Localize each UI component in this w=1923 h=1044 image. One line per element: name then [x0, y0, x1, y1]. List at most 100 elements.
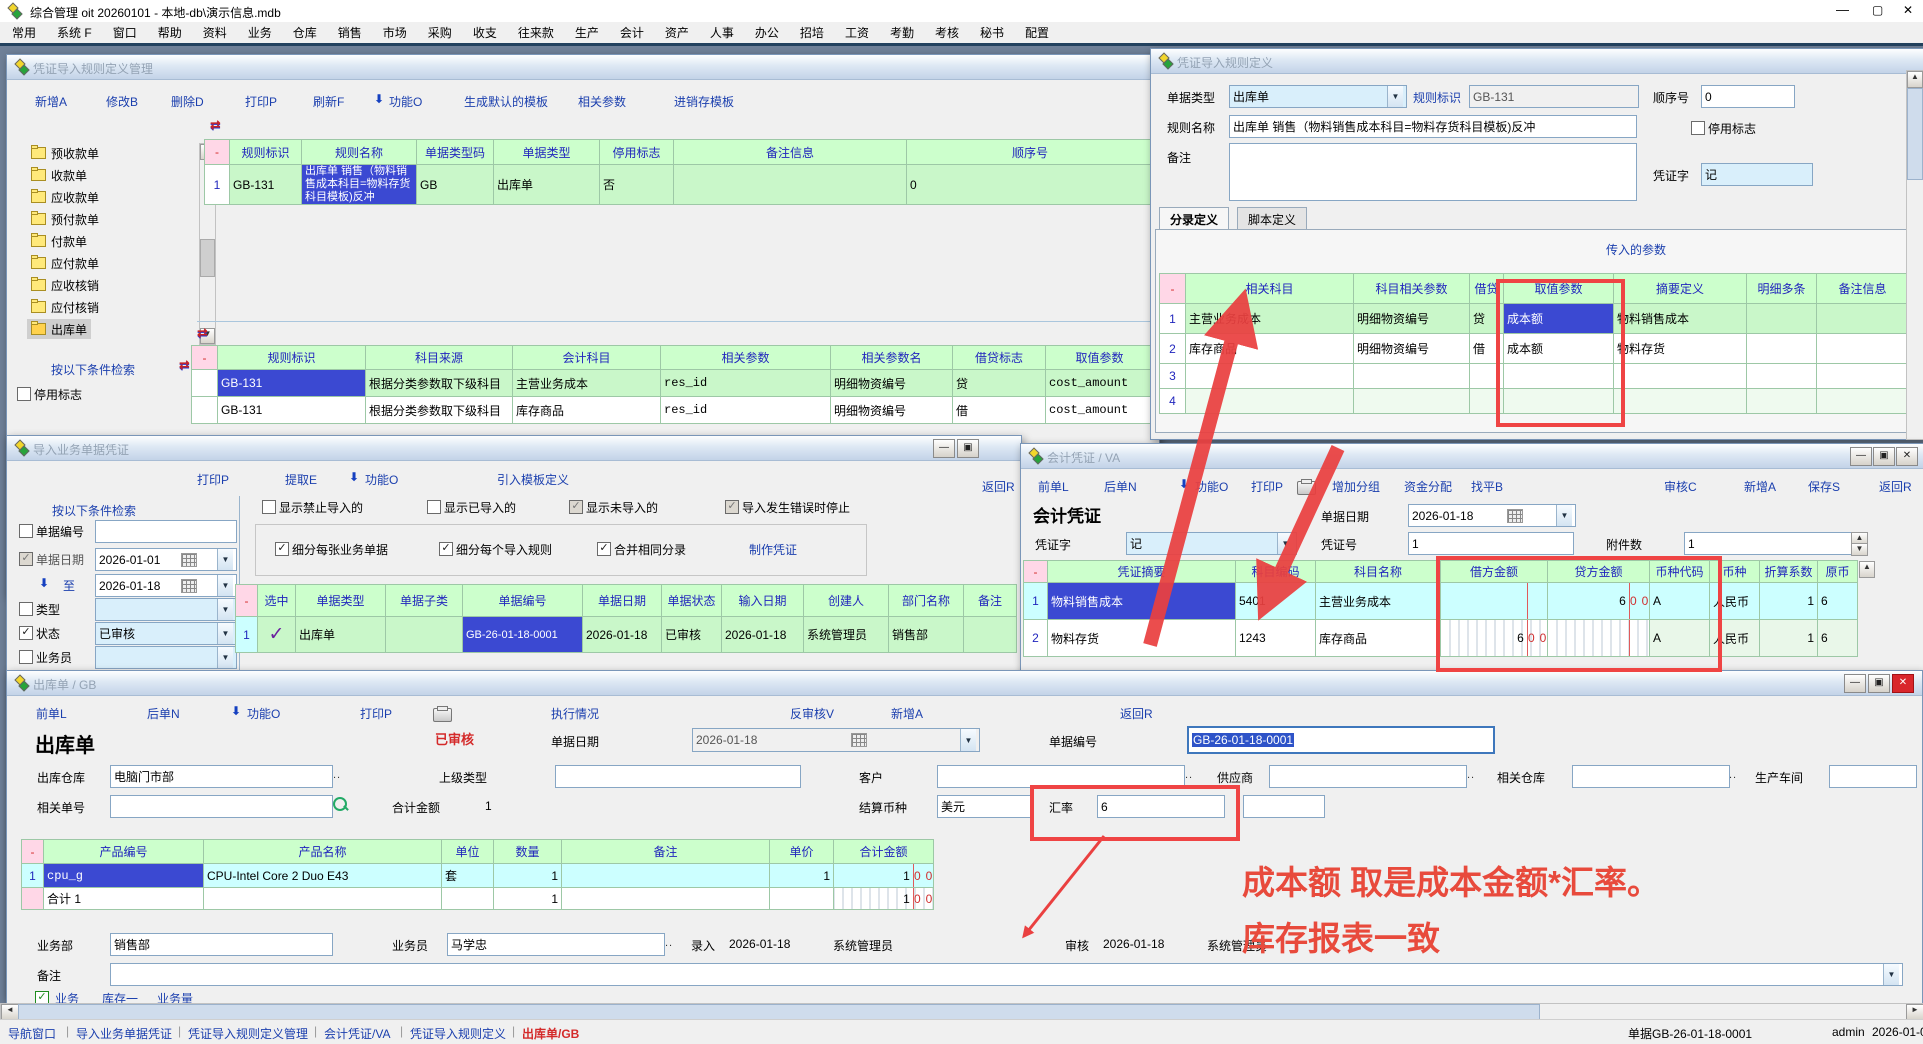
status-checkbox[interactable]: [19, 626, 33, 640]
workshop-input[interactable]: [1829, 765, 1917, 788]
menu-item[interactable]: 帮助: [158, 24, 182, 41]
calendar-icon[interactable]: [851, 733, 867, 747]
column-header[interactable]: -: [22, 840, 44, 864]
extract-button[interactable]: 提取E: [285, 471, 317, 488]
taskbar-item-voucher[interactable]: 会计凭证/VA: [324, 1025, 390, 1042]
supplier-input[interactable]: [1269, 765, 1467, 788]
warehouse-input[interactable]: 电脑门市部: [110, 765, 333, 788]
tree-item[interactable]: 收款单: [27, 165, 91, 185]
taskbar-item-outbound-active[interactable]: 出库单/GB: [522, 1025, 579, 1042]
column-header[interactable]: 原币: [1818, 561, 1858, 583]
split-per-rule-checkbox[interactable]: [439, 542, 453, 556]
note-field[interactable]: [1229, 143, 1637, 201]
column-header[interactable]: 顺序号: [907, 140, 1154, 165]
scroll-up-icon[interactable]: ▲: [1907, 71, 1923, 88]
calendar-icon[interactable]: [181, 579, 197, 593]
close-button[interactable]: ✕: [1892, 674, 1914, 693]
scroll-thumb[interactable]: [200, 239, 215, 277]
menu-item[interactable]: 往来款: [518, 24, 554, 41]
menu-item[interactable]: 招培: [800, 24, 824, 41]
tab-entry-definition[interactable]: 分录定义: [1159, 207, 1229, 231]
tree-item[interactable]: 应收核销: [27, 275, 103, 295]
table-row[interactable]: 1 cpu_g CPU-Intel Core 2 Duo E43 套 1 1 1…: [22, 864, 934, 888]
delete-button[interactable]: 删除D: [171, 93, 204, 110]
column-header[interactable]: 产品名称: [204, 840, 442, 864]
menu-item[interactable]: 收支: [473, 24, 497, 41]
table-row[interactable]: GB-131 根据分类参数取下级科目 库存商品 res_id 明细物资编号 借 …: [192, 397, 1154, 424]
close-icon[interactable]: ✕: [1903, 3, 1913, 17]
exec-status-button[interactable]: 执行情况: [551, 705, 599, 722]
scroll-left-icon[interactable]: ◄: [1, 1004, 19, 1020]
calendar-icon[interactable]: [1507, 509, 1523, 523]
taskbar-item-import[interactable]: 导入业务单据凭证: [76, 1025, 172, 1042]
window-title-bar[interactable]: 导入业务单据凭证 — ▣: [7, 436, 1021, 461]
chevron-down-icon[interactable]: ▼: [1556, 505, 1572, 526]
date-to-input[interactable]: 2026-01-18▼: [95, 574, 237, 597]
menu-item[interactable]: 生产: [575, 24, 599, 41]
window-title-bar[interactable]: 会计凭证 / VA — ▣ ✕: [1021, 444, 1923, 469]
split-per-doc-checkbox[interactable]: [275, 542, 289, 556]
tree-item[interactable]: 应付款单: [27, 253, 103, 273]
column-header[interactable]: -: [192, 346, 218, 370]
column-header[interactable]: 规则标识: [218, 346, 366, 370]
next-button[interactable]: 后单N: [1104, 478, 1137, 495]
tab-script-definition[interactable]: 脚本定义: [1237, 207, 1307, 231]
menu-item[interactable]: 办公: [755, 24, 779, 41]
browse-button[interactable]: ..: [1729, 769, 1737, 781]
show-imported-checkbox[interactable]: [427, 500, 441, 514]
save-button[interactable]: 保存S: [1808, 478, 1840, 495]
menu-item[interactable]: 市场: [383, 24, 407, 41]
add-button[interactable]: 新增A: [1744, 478, 1776, 495]
column-header[interactable]: 摘要定义: [1614, 274, 1747, 304]
printer-icon[interactable]: [1297, 481, 1316, 495]
swap-grid-icon[interactable]: ⇄: [210, 117, 221, 133]
column-header[interactable]: 单据类型码: [417, 140, 494, 165]
selected-check-icon[interactable]: ✓: [269, 624, 285, 645]
menu-item[interactable]: 仓库: [293, 24, 317, 41]
column-header[interactable]: -: [1160, 274, 1186, 304]
make-voucher-link[interactable]: 制作凭证: [749, 541, 797, 558]
column-header[interactable]: 输入日期: [722, 585, 804, 617]
operator-input[interactable]: 马学忠: [447, 933, 665, 956]
merge-entries-checkbox[interactable]: [597, 542, 611, 556]
settle-currency-input[interactable]: 美元: [937, 795, 1033, 818]
tree-item-selected[interactable]: 出库单: [27, 319, 91, 339]
chevron-down-icon[interactable]: ▼: [217, 575, 233, 596]
table-row[interactable]: 合计 1 1 100: [22, 888, 934, 910]
show-forbidden-checkbox[interactable]: [262, 500, 276, 514]
edit-button[interactable]: 修改B: [106, 93, 138, 110]
doc-date-checkbox[interactable]: [19, 552, 33, 566]
search-icon[interactable]: [333, 797, 347, 811]
tree-item[interactable]: 预付款单: [27, 209, 103, 229]
column-header[interactable]: -: [1024, 561, 1048, 583]
vertical-scrollbar[interactable]: ▲: [1906, 70, 1923, 440]
related-no-input[interactable]: [110, 795, 333, 818]
chevron-down-icon[interactable]: ▼: [217, 549, 233, 570]
menu-item[interactable]: 资料: [203, 24, 227, 41]
related-params-button[interactable]: 相关参数: [578, 93, 626, 110]
column-header[interactable]: 相关参数: [661, 346, 831, 370]
salesman-select[interactable]: ▼: [95, 646, 237, 669]
column-header[interactable]: 备注: [964, 585, 1017, 617]
maximize-button[interactable]: ▣: [1868, 674, 1890, 693]
column-header[interactable]: -: [236, 585, 258, 617]
function-menu[interactable]: 功能O: [247, 705, 280, 722]
taskbar-item-rules-manager[interactable]: 凭证导入规则定义管理: [188, 1025, 308, 1042]
doc-no-input[interactable]: [95, 520, 237, 543]
column-header[interactable]: 借贷标志: [953, 346, 1046, 370]
minimize-button[interactable]: —: [1850, 447, 1872, 466]
table-row[interactable]: 1 主营业务成本 明细物资编号 贷 成本额 物料销售成本: [1160, 304, 1909, 334]
column-header[interactable]: 规则名称: [302, 140, 417, 165]
column-header[interactable]: 科目相关参数: [1354, 274, 1470, 304]
back-button[interactable]: 返回R: [982, 478, 1015, 495]
print-button[interactable]: 打印P: [1251, 478, 1283, 495]
column-header[interactable]: 规则标识: [230, 140, 302, 165]
tree-item[interactable]: 预收款单: [27, 143, 103, 163]
column-header[interactable]: 明细多条: [1747, 274, 1817, 304]
column-header[interactable]: 单价: [770, 840, 834, 864]
add-button[interactable]: 新增A: [35, 93, 67, 110]
menu-item[interactable]: 人事: [710, 24, 734, 41]
column-header[interactable]: 单据类型: [296, 585, 386, 617]
column-header[interactable]: 停用标志: [600, 140, 674, 165]
column-header[interactable]: -: [205, 140, 230, 165]
